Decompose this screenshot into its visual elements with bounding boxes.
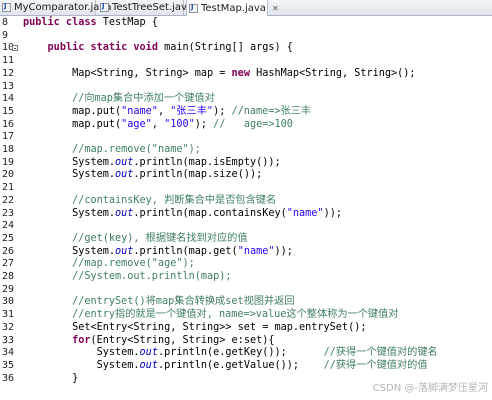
code-text: //System.out.println(map);: [72, 271, 232, 282]
code-line: 29: [0, 284, 492, 297]
code-text: map.put("age", "100"); // age=>100: [23, 118, 293, 130]
code-text: Set<Entry<String, String>> set = map.ent…: [23, 321, 367, 333]
line-number: 27: [2, 258, 15, 270]
watermark: CSDN @-落脚满梦压星河: [372, 383, 488, 394]
line-number: 22: [2, 194, 15, 206]
line-number: 15: [2, 105, 15, 117]
code-text: //entry指的就是一个键值对, name=>value这个整体称为一个键值对: [72, 309, 399, 321]
line-number: 18: [2, 144, 15, 155]
code-text: System.out.println(map.size());: [23, 169, 263, 181]
code-line: 35 System.out.println(e.getValue()); //获…: [0, 360, 492, 373]
code-line: 30 //entrySet()将map集合转换成set视图并返回: [0, 296, 492, 309]
code-line: 32 Set<Entry<String, String>> set = map.…: [0, 322, 492, 335]
tab-testtreeset[interactable]: TestTreeSet.java: [98, 0, 193, 15]
fold-toggle-icon[interactable]: [12, 45, 18, 52]
line-number: 9: [2, 29, 9, 41]
code-text: //向map集合中添加一个键值对: [72, 93, 215, 105]
java-file-icon: [100, 2, 109, 12]
line-number: 36: [2, 372, 15, 384]
code-line: 11: [0, 55, 492, 68]
code-line: 22 //containsKey, 判断集合中是否包含键名: [0, 195, 492, 208]
line-number: 31: [2, 309, 15, 321]
code-text: //map.remove("age");: [72, 258, 195, 270]
code-text: //containsKey, 判断集合中是否包含键名: [72, 194, 277, 206]
line-number: 23: [2, 207, 15, 219]
code-line: 15 map.put("name", "张三丰"); //name=>张三丰: [0, 106, 492, 119]
code-line: 10 public static void main(String[] args…: [0, 42, 492, 55]
code-text: System.out.println(map.isEmpty());: [23, 156, 281, 168]
code-text: }: [23, 372, 79, 384]
code-line: 23 System.out.println(map.containsKey("n…: [0, 208, 492, 221]
code-text: public class TestMap {: [23, 17, 158, 28]
tab-label: TestTreeSet.java: [112, 2, 194, 13]
code-text: System.out.println(e.getKey()); //获得一个键值…: [23, 347, 438, 359]
code-line: 21: [0, 182, 492, 195]
line-number: 32: [2, 321, 15, 333]
line-number: 19: [2, 156, 15, 168]
code-text: System.out.println(map.get("name"));: [23, 245, 293, 257]
line-number: 16: [2, 118, 15, 130]
line-number: 20: [2, 169, 15, 181]
line-number: 12: [2, 67, 15, 79]
code-text: System.out.println(map.containsKey("name…: [23, 207, 342, 219]
line-number: 11: [2, 55, 15, 67]
code-line: 19 System.out.println(map.isEmpty());: [0, 157, 492, 170]
line-number: 34: [2, 347, 15, 359]
code-line: 8 public class TestMap {: [0, 17, 492, 30]
java-file-icon: [2, 2, 11, 12]
code-line: 31 //entry指的就是一个键值对, name=>value这个整体称为一个…: [0, 309, 492, 322]
code-line: 9: [0, 30, 492, 43]
line-number: 13: [2, 80, 15, 92]
java-file-icon: [189, 3, 198, 13]
code-text: Map<String, String> map = new HashMap<St…: [23, 67, 416, 79]
code-line: 14 //向map集合中添加一个键值对: [0, 93, 492, 106]
tab-mycomparator[interactable]: MyComparator.java: [0, 0, 111, 15]
line-number: 17: [2, 131, 15, 143]
code-line: 33 for(Entry<String, String> e:set){: [0, 335, 492, 348]
code-line: 28 //System.out.println(map);: [0, 271, 492, 284]
line-number: 25: [2, 232, 15, 244]
code-line: 18 //map.remove("name");: [0, 144, 492, 157]
code-line: 17: [0, 131, 492, 144]
line-number: 29: [2, 283, 15, 295]
line-number: 28: [2, 271, 15, 282]
code-line: 12 Map<String, String> map = new HashMap…: [0, 68, 492, 81]
code-text: System.out.println(e.getValue()); //获得一个…: [23, 359, 428, 371]
line-number: 24: [2, 220, 15, 232]
code-line: 24: [0, 220, 492, 233]
code-line: 20 System.out.println(map.size());: [0, 169, 492, 182]
code-text: //get(key), 根据键名找到对应的值: [72, 232, 248, 244]
close-tab-icon[interactable]: ✕: [272, 4, 279, 13]
code-line: 27 //map.remove("age");: [0, 258, 492, 271]
code-text: //entrySet()将map集合转换成set视图并返回: [72, 296, 295, 308]
code-text: map.put("name", "张三丰"); //name=>张三丰: [23, 105, 312, 117]
code-text: public static void main(String[] args) {: [47, 42, 293, 54]
editor-tab-bar: MyComparator.javaTestTreeSet.javaTestMap…: [0, 0, 492, 16]
line-number: 8: [2, 17, 9, 28]
code-text: for(Entry<String, String> e:set){: [72, 334, 275, 346]
tab-label: MyComparator.java: [14, 2, 112, 13]
line-number: 21: [2, 182, 15, 194]
code-line: 13: [0, 81, 492, 94]
line-number: 14: [2, 93, 15, 105]
tab-testmap[interactable]: TestMap.java ✕: [186, 0, 279, 16]
code-line: 26 System.out.println(map.get("name"));: [0, 246, 492, 259]
tab-label: TestMap.java: [201, 2, 266, 14]
code-editor[interactable]: 8 public class TestMap { 9 10 public static…: [0, 16, 492, 400]
code-line: 25 //get(key), 根据键名找到对应的值: [0, 233, 492, 246]
line-number: 26: [2, 245, 15, 257]
line-number: 33: [2, 334, 15, 346]
line-number: 30: [2, 296, 15, 308]
code-line: 34 System.out.println(e.getKey()); //获得一…: [0, 347, 492, 360]
code-text: //map.remove("name");: [72, 144, 201, 155]
code-line: 16 map.put("age", "100"); // age=>100: [0, 119, 492, 132]
line-number: 35: [2, 359, 15, 371]
